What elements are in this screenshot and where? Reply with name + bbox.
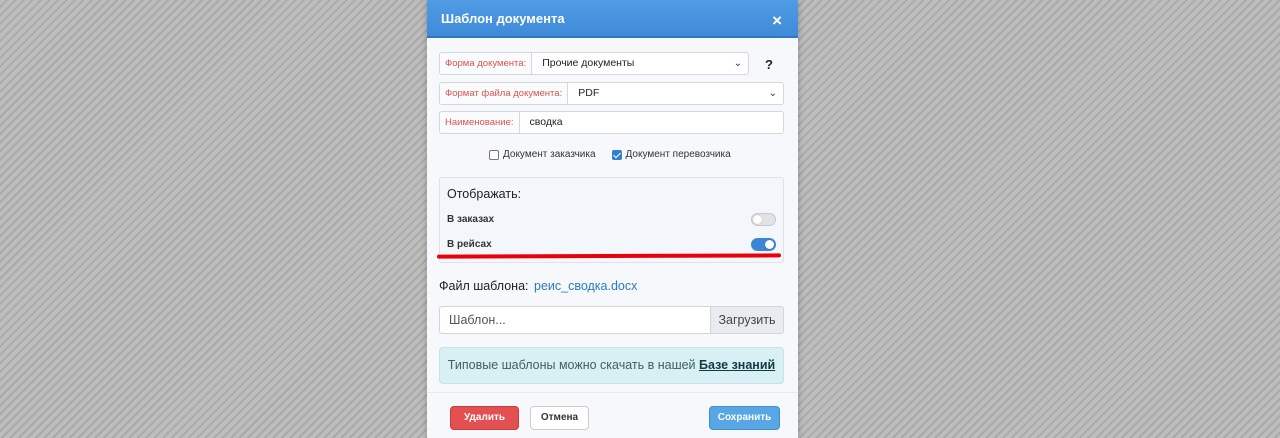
carrier-document-checkbox[interactable]: Документ перевозчика <box>611 149 731 160</box>
file-format-value-wrap: PDF ⌄ <box>568 83 783 104</box>
template-file-input[interactable]: Шаблон... <box>440 307 710 333</box>
in-orders-toggle[interactable] <box>751 213 776 226</box>
display-panel: Отображать: В заказах В рейсах <box>439 177 784 263</box>
name-field[interactable]: Наименование: сводка <box>439 111 784 134</box>
document-form-label: Форма документа: <box>440 53 533 74</box>
info-alert: Типовые шаблоны можно скачать в нашей Ба… <box>439 347 784 384</box>
delete-button[interactable]: Удалить <box>450 406 519 430</box>
checkbox-unchecked[interactable] <box>489 149 499 160</box>
customer-document-label: Документ заказчика <box>503 149 596 160</box>
dialog-body: Форма документа: Прочие документы ⌄ ? Фо… <box>427 38 798 392</box>
document-form-value: Прочие документы <box>542 57 635 69</box>
in-trips-toggle[interactable] <box>751 238 776 251</box>
name-input[interactable]: сводка <box>520 112 784 133</box>
template-upload-group: Шаблон... Загрузить <box>439 306 784 334</box>
cancel-button[interactable]: Отмена <box>530 406 589 430</box>
knowledge-base-link[interactable]: Базе знаний <box>699 358 775 372</box>
toggle-knob <box>765 240 774 249</box>
template-file-label: Файл шаблона: <box>439 279 529 293</box>
upload-button[interactable]: Загрузить <box>710 307 783 333</box>
dialog-header: Шаблон документа × <box>427 0 798 38</box>
in-orders-label: В заказах <box>447 214 495 225</box>
document-form-value-wrap: Прочие документы ⌄ <box>532 53 748 74</box>
chevron-down-icon: ⌄ <box>768 88 777 99</box>
close-icon[interactable]: × <box>772 12 782 29</box>
checkbox-checked[interactable] <box>611 149 622 160</box>
carrier-document-label: Документ перевозчика <box>625 149 731 160</box>
template-file-link[interactable]: реис_сводка.docx <box>534 279 637 293</box>
template-dialog: Шаблон документа × Форма документа: Проч… <box>427 0 798 438</box>
display-title: Отображать: <box>447 187 522 201</box>
save-button[interactable]: Сохранить <box>709 406 780 430</box>
name-label: Наименование: <box>440 112 520 133</box>
customer-document-checkbox[interactable]: Документ заказчика <box>489 149 596 160</box>
file-format-select[interactable]: Формат файла документа: PDF ⌄ <box>439 82 784 105</box>
document-form-select[interactable]: Форма документа: Прочие документы ⌄ <box>439 52 749 75</box>
info-text: Типовые шаблоны можно скачать в нашей <box>447 358 700 372</box>
chevron-down-icon: ⌄ <box>733 58 742 69</box>
file-format-value: PDF <box>578 87 600 99</box>
dialog-title: Шаблон документа <box>441 11 565 26</box>
help-icon[interactable]: ? <box>765 57 773 72</box>
dialog-footer: Удалить Отмена Сохранить <box>427 392 798 438</box>
file-format-label: Формат файла документа: <box>440 83 569 104</box>
in-trips-label: В рейсах <box>447 239 492 250</box>
document-type-checkboxes: Документ заказчика Документ перевозчика <box>489 149 731 160</box>
toggle-knob <box>753 215 762 224</box>
